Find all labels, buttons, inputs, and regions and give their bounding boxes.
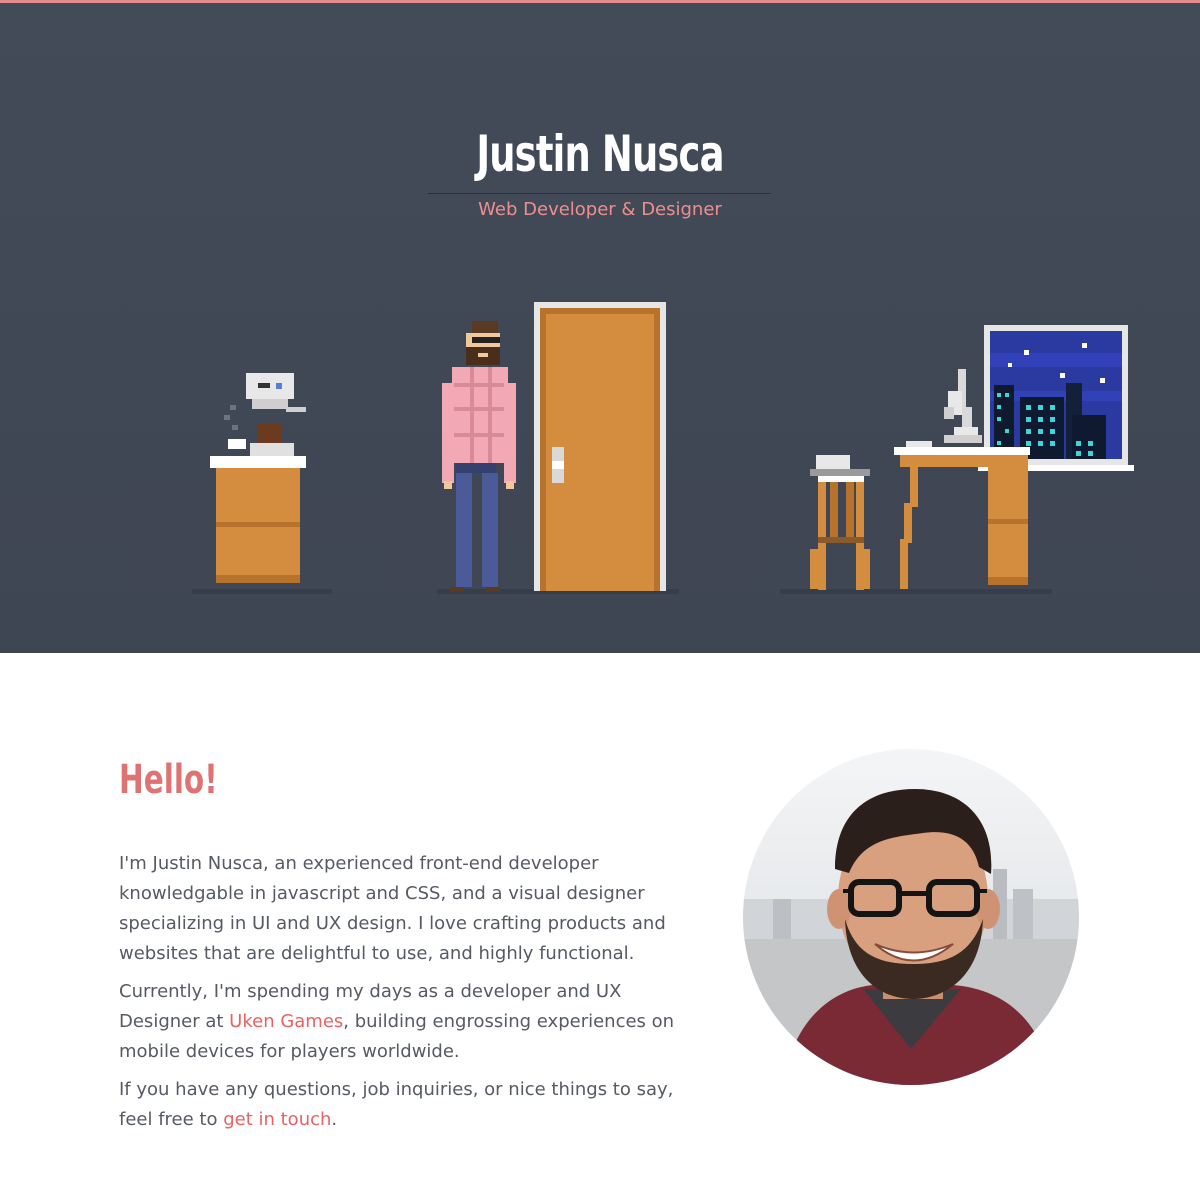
about-paragraph-3: If you have any questions, job inquiries… bbox=[119, 1075, 704, 1135]
title-divider bbox=[428, 193, 771, 194]
stool-icon bbox=[810, 455, 870, 590]
site-tagline: Web Developer & Designer bbox=[478, 199, 722, 220]
about-paragraph-2: Currently, I'm spending my days as a dev… bbox=[119, 977, 704, 1067]
about-section: Hello! I'm Justin Nusca, an experienced … bbox=[0, 653, 1200, 1200]
desk-icon bbox=[894, 441, 1030, 589]
pixel-office-scene bbox=[192, 302, 1134, 594]
get-in-touch-link[interactable]: get in touch bbox=[223, 1109, 331, 1130]
pixel-person-icon bbox=[442, 321, 516, 592]
profile-photo bbox=[743, 749, 1079, 1085]
hero-banner: Justin Nusca Web Developer & Designer bbox=[0, 3, 1200, 653]
about-paragraph-1: I'm Justin Nusca, an experienced front-e… bbox=[119, 853, 666, 964]
site-title: Justin Nusca bbox=[476, 125, 724, 183]
door-icon bbox=[534, 302, 666, 591]
avatar bbox=[743, 749, 1079, 1085]
coffee-machine-icon bbox=[210, 373, 306, 583]
about-heading: Hello! bbox=[119, 757, 218, 803]
about-paragraph-3-text-b: . bbox=[331, 1109, 338, 1130]
about-paragraph-3-text-a: If you have any questions, job inquiries… bbox=[119, 1079, 674, 1130]
desk-lamp-icon bbox=[944, 369, 982, 443]
uken-games-link[interactable]: Uken Games bbox=[229, 1011, 343, 1032]
